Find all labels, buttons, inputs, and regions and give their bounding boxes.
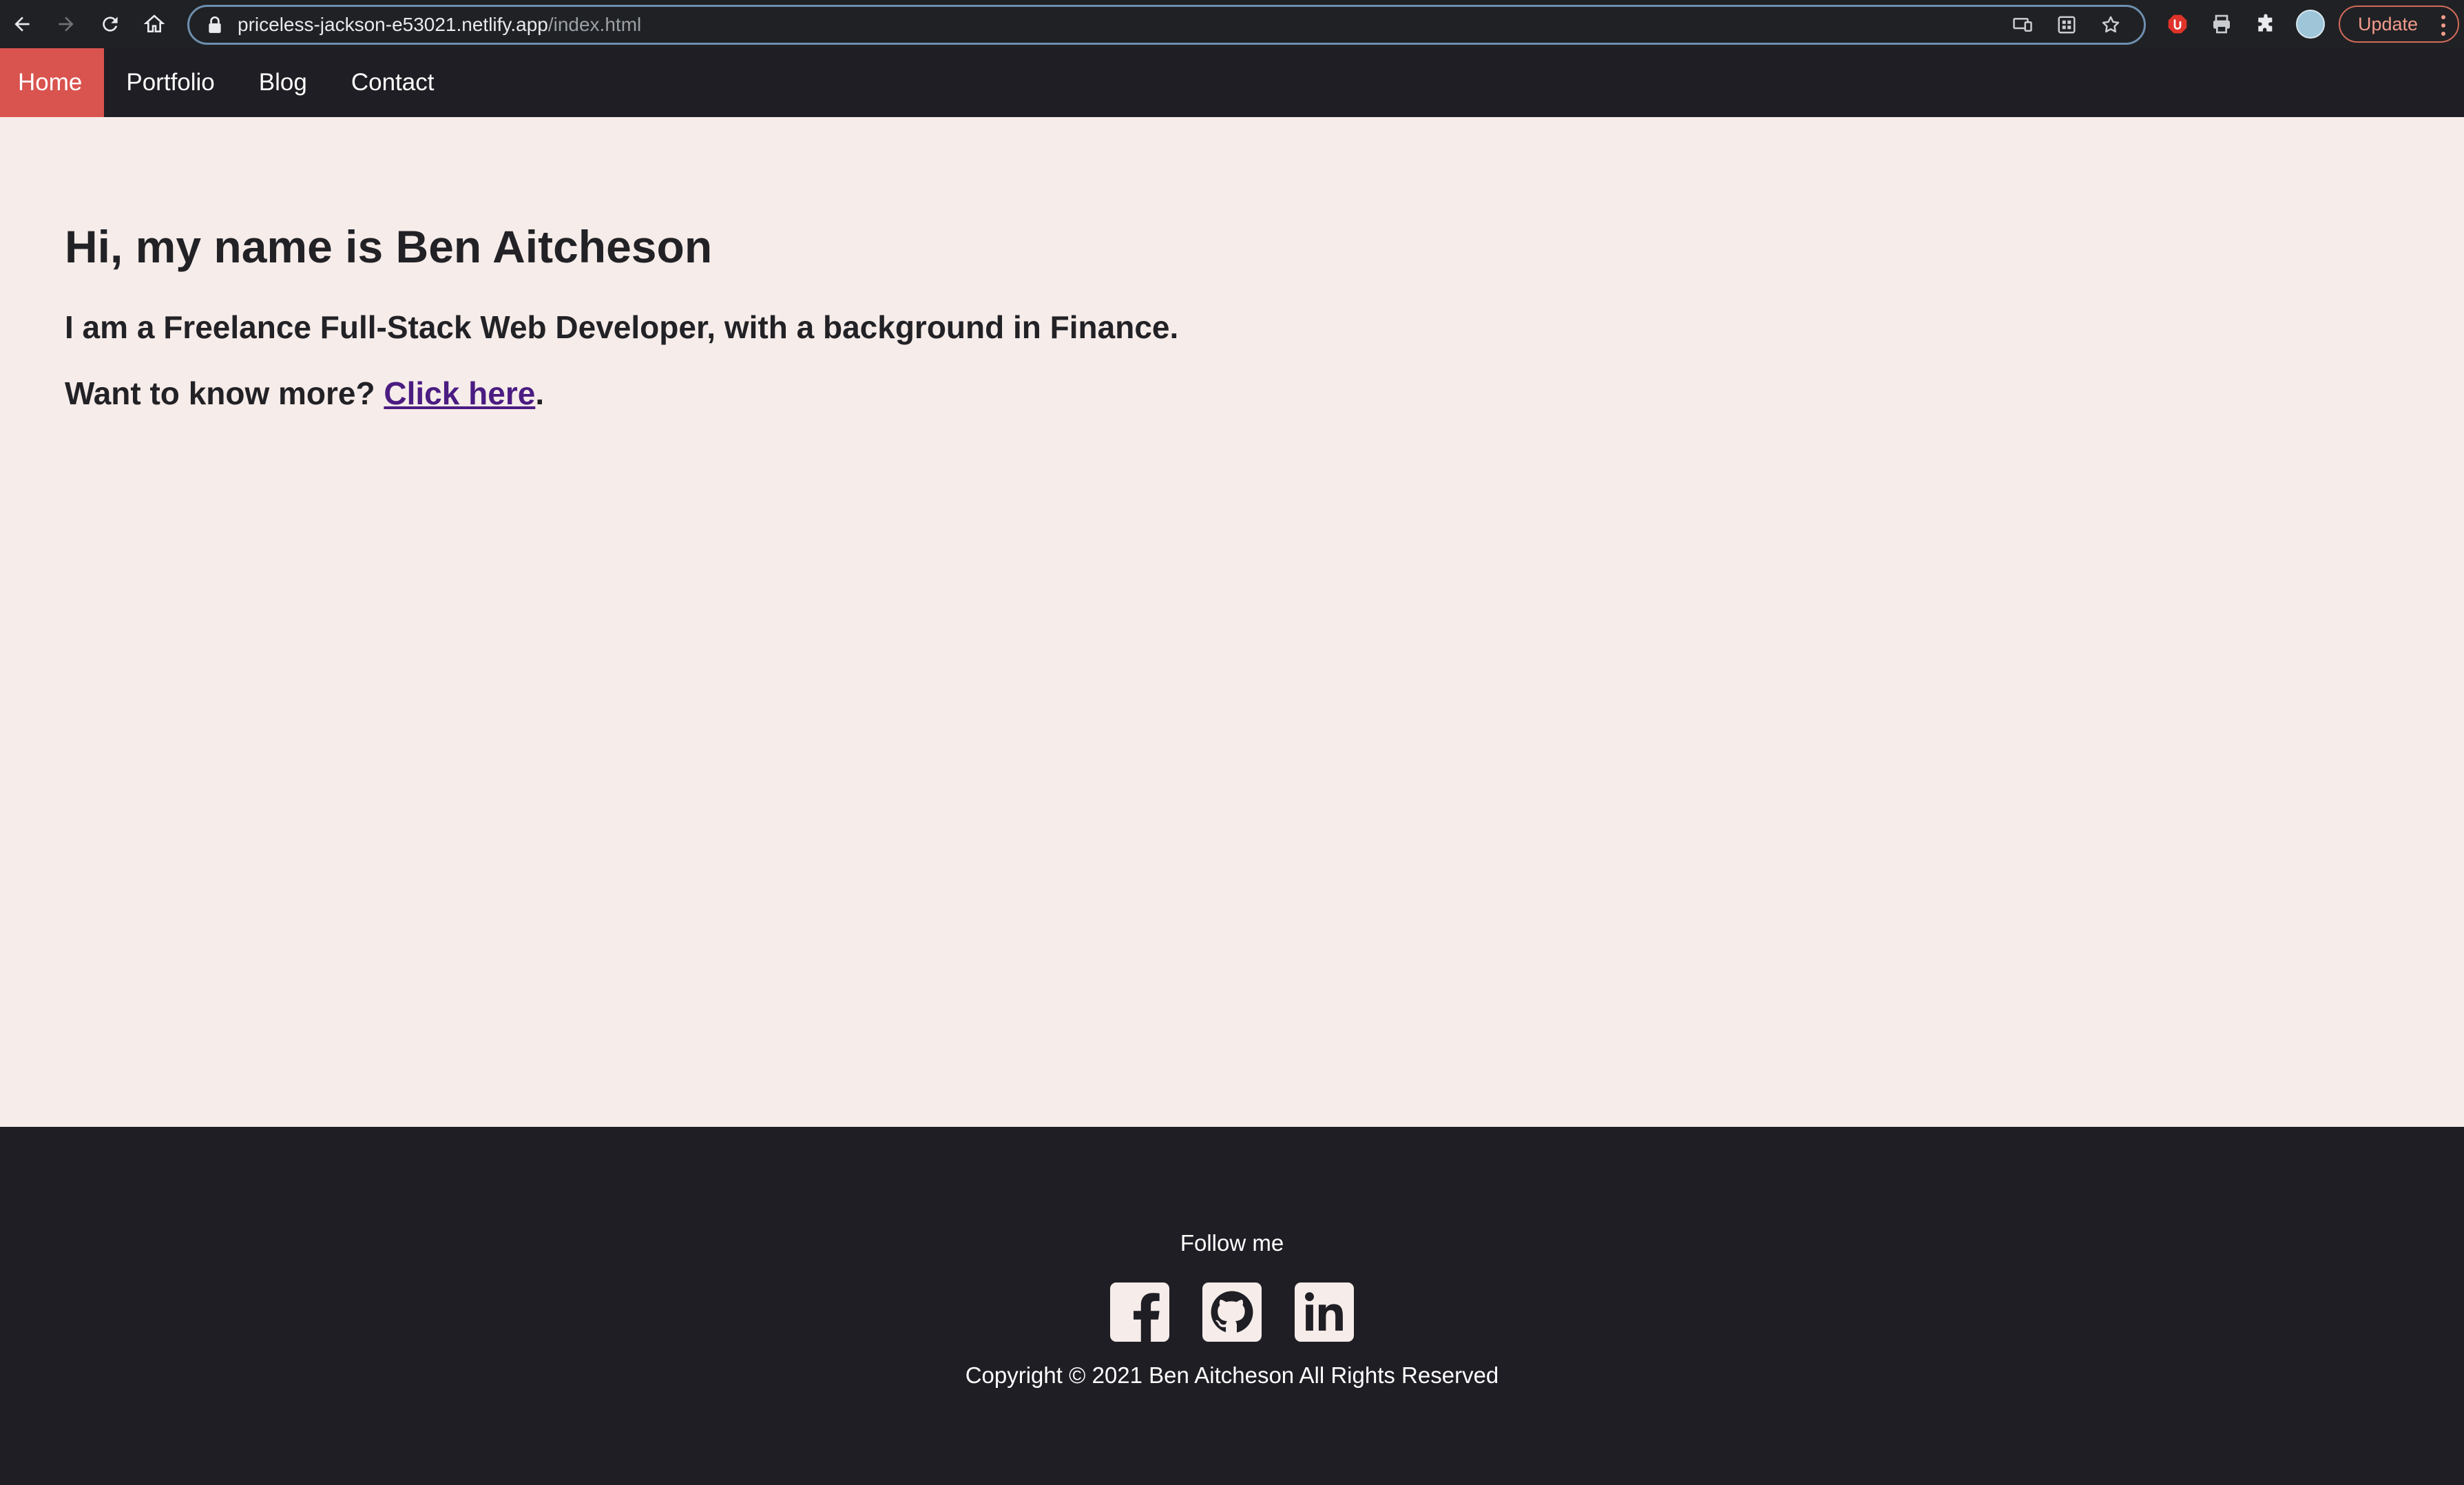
home-button[interactable]	[132, 0, 176, 48]
cta-suffix: .	[535, 375, 545, 411]
facebook-icon	[1110, 1282, 1169, 1342]
browser-toolbar: priceless-jackson-e53021.netlify.app/ind…	[0, 0, 2464, 48]
social-links	[0, 1282, 2464, 1342]
cast-icon[interactable]	[2001, 7, 2045, 43]
home-icon	[143, 14, 165, 32]
nav-portfolio[interactable]: Portfolio	[104, 48, 236, 117]
back-button[interactable]	[0, 0, 44, 48]
click-here-link[interactable]: Click here	[384, 375, 535, 411]
facebook-link[interactable]	[1110, 1282, 1169, 1342]
adblock-extension-icon[interactable]	[2155, 0, 2200, 48]
address-bar[interactable]: priceless-jackson-e53021.netlify.app/ind…	[187, 5, 2146, 45]
main-content: Hi, my name is Ben Aitcheson I am a Free…	[0, 117, 2464, 1127]
update-button[interactable]: Update	[2339, 6, 2460, 43]
github-icon	[1202, 1282, 1262, 1342]
puzzle-extensions-icon[interactable]	[2244, 0, 2288, 48]
arrow-right-icon	[59, 17, 74, 32]
cta-prefix: Want to know more?	[65, 375, 384, 411]
printer-extension-icon[interactable]	[2200, 0, 2244, 48]
site-footer: Follow me Copyright © 2021 Ben Aitcheson…	[0, 1127, 2464, 1485]
address-bar-actions	[2001, 7, 2133, 43]
site-navbar: Home Portfolio Blog Contact	[0, 48, 2464, 117]
nav-contact[interactable]: Contact	[329, 48, 457, 117]
reload-icon	[103, 17, 118, 32]
nav-blog[interactable]: Blog	[237, 48, 329, 117]
hero-cta: Want to know more? Click here.	[65, 375, 544, 412]
qr-code-icon[interactable]	[2045, 7, 2089, 43]
linkedin-icon	[1295, 1282, 1354, 1342]
linkedin-link[interactable]	[1295, 1282, 1354, 1342]
profile-avatar[interactable]	[2296, 10, 2325, 39]
extensions-area: Update	[2155, 0, 2460, 48]
hero-intro: I am a Freelance Full-Stack Web Develope…	[65, 309, 1179, 345]
url-host: priceless-jackson-e53021.netlify.app	[238, 14, 548, 35]
reload-button[interactable]	[88, 0, 132, 48]
nav-home[interactable]: Home	[0, 48, 105, 117]
hero-heading: Hi, my name is Ben Aitcheson	[65, 221, 713, 272]
lock-icon	[209, 16, 221, 33]
copyright-text: Copyright © 2021 Ben Aitcheson All Right…	[965, 1362, 1499, 1388]
bookmark-star-icon[interactable]	[2089, 7, 2133, 43]
github-link[interactable]	[1202, 1282, 1262, 1342]
arrow-left-icon	[14, 17, 30, 32]
url-text: priceless-jackson-e53021.netlify.app/ind…	[238, 14, 641, 36]
more-menu-icon	[2441, 15, 2446, 36]
update-label: Update	[2358, 13, 2419, 34]
forward-button[interactable]	[44, 0, 88, 48]
url-path: /index.html	[547, 14, 642, 35]
follow-me-label: Follow me	[1180, 1230, 1284, 1256]
